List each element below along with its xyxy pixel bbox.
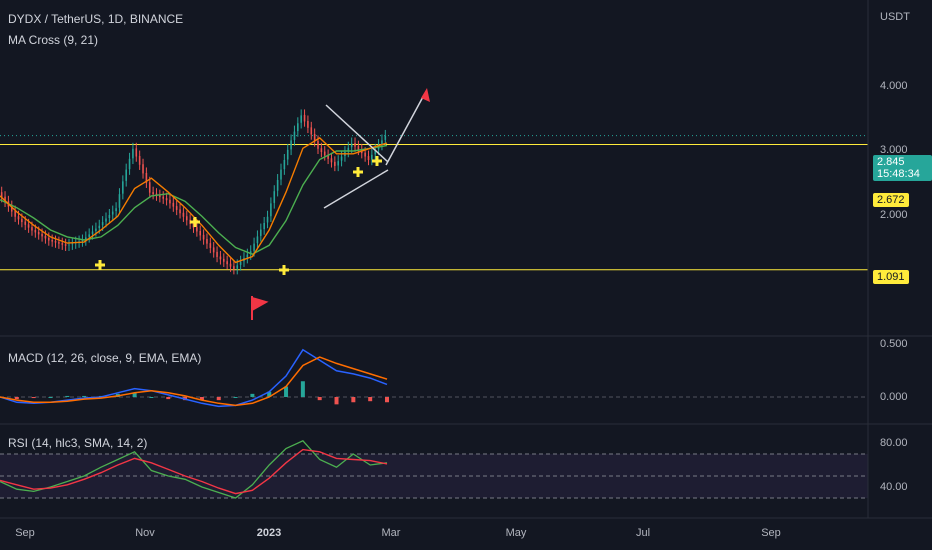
ma-cross-marker [190, 217, 200, 227]
currency-label: USDT [880, 11, 910, 23]
triangle-lower-line [323, 169, 389, 209]
ma-cross-marker [95, 260, 105, 270]
macd-histogram-bar [31, 397, 36, 399]
time-label: Jul [635, 527, 651, 539]
trend-drawings[interactable] [323, 88, 430, 209]
macd-legend[interactable]: MACD (12, 26, close, 9, EMA, EMA) [8, 351, 201, 365]
price-pane[interactable] [0, 109, 868, 320]
ma-slow-line [0, 144, 388, 255]
macd-histogram-bar [385, 397, 389, 403]
ma-fast-line [0, 137, 388, 264]
ma-cross-marker [372, 156, 382, 166]
time-label: Sep [761, 527, 781, 539]
macd-histogram-bar [334, 397, 339, 405]
price-tick: 2.000 [880, 209, 908, 221]
time-label: Mar [381, 527, 401, 539]
macd-histogram-bar [351, 397, 356, 403]
macd-histogram-bar [233, 397, 238, 398]
last-price-badge: 2.845 15:48:34 [873, 155, 932, 181]
ma-cross-marker [353, 167, 363, 177]
time-label-year: 2023 [256, 527, 282, 539]
macd-histogram-bar [65, 395, 70, 397]
flag-icon [251, 296, 269, 320]
macd-tick: 0.000 [880, 391, 908, 403]
macd-histogram-bar [149, 397, 154, 398]
macd-histogram-bar [300, 381, 305, 397]
level-high-badge: 2.672 [873, 193, 909, 207]
macd-histogram-bar [216, 397, 221, 401]
macd-histogram-bar [368, 397, 373, 402]
time-label: May [505, 527, 527, 539]
macd-histogram-bar [250, 393, 255, 397]
macd-histogram-bar [317, 397, 322, 401]
arrow-head-icon [421, 88, 430, 102]
last-price-value: 2.845 [877, 156, 905, 168]
ma-cross-legend[interactable]: MA Cross (9, 21) [8, 33, 98, 47]
macd-histogram-bar [14, 397, 19, 400]
symbol-title[interactable]: DYDX / TetherUS, 1D, BINANCE [8, 12, 183, 26]
ma-cross-marker [279, 265, 289, 275]
time-label: Sep [15, 527, 35, 539]
rsi-tick: 40.00 [880, 481, 908, 493]
rsi-tick: 80.00 [880, 437, 908, 449]
rsi-legend[interactable]: RSI (14, hlc3, SMA, 14, 2) [8, 436, 147, 450]
price-tick: 4.000 [880, 80, 908, 92]
breakout-arrow-line [385, 94, 425, 166]
macd-histogram-bar [48, 397, 53, 398]
macd-tick: 0.500 [880, 338, 908, 350]
chart-canvas[interactable] [0, 0, 932, 550]
macd-histogram-bar [166, 397, 171, 400]
macd-histogram-bar [82, 395, 87, 397]
bar-countdown: 15:48:34 [877, 168, 920, 180]
level-low-badge: 1.091 [873, 270, 909, 284]
time-label: Nov [135, 527, 155, 539]
